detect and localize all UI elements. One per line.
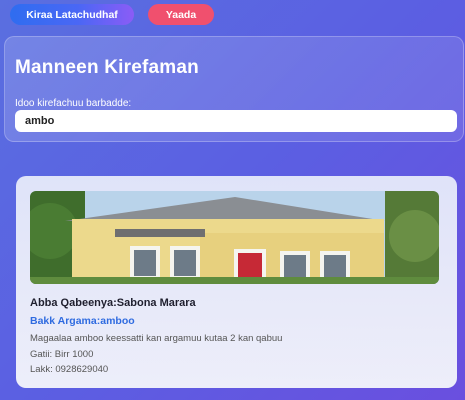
search-panel: Manneen Kirefaman Idoo kirefachuu barbad… — [4, 36, 464, 142]
location-link[interactable]: Bakk Argama:amboo — [30, 315, 135, 327]
house-listing-card[interactable]: Abba Qabeenya:Sabona Marara Bakk Argama:… — [16, 176, 457, 388]
home-button[interactable]: Kiraa Latachudhaf — [10, 4, 134, 25]
listing-price: Gatii: Birr 1000 — [30, 349, 94, 360]
logout-button[interactable]: Yaada — [148, 4, 214, 25]
contact-phone: Lakk: 0928629040 — [30, 364, 109, 375]
search-input[interactable] — [15, 110, 457, 132]
top-navigation: Kiraa Latachudhaf Yaada — [0, 0, 465, 30]
owner-name: Abba Qabeenya:Sabona Marara — [30, 297, 196, 309]
house-photo — [30, 191, 439, 284]
search-label: Idoo kirefachuu barbadde: — [15, 98, 132, 109]
page-title: Manneen Kirefaman — [15, 57, 199, 78]
listing-description: Magaalaa amboo keessatti kan argamuu kut… — [30, 333, 283, 344]
